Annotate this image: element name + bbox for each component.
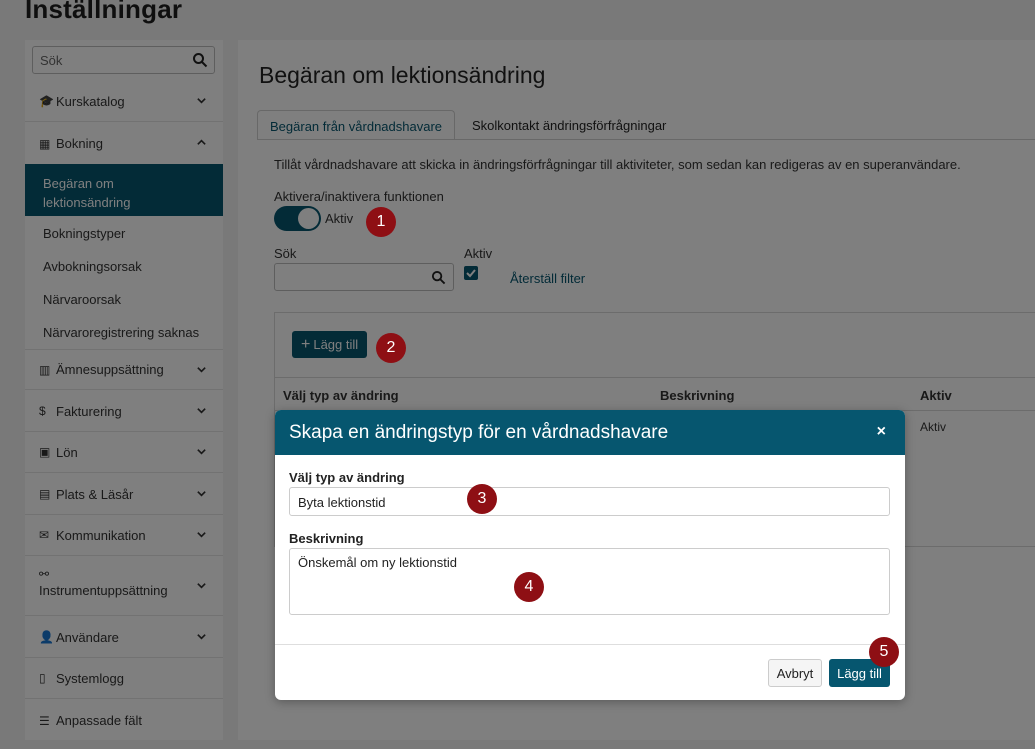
close-icon[interactable]: × bbox=[877, 423, 886, 441]
step-marker-2: 2 bbox=[376, 333, 406, 363]
description-textarea[interactable]: Önskemål om ny lektionstid bbox=[289, 548, 890, 615]
step-marker-1: 1 bbox=[366, 207, 396, 237]
step-marker-4: 4 bbox=[514, 572, 544, 602]
modal-header: Skapa en ändringstyp för en vårdnadshava… bbox=[275, 410, 905, 455]
create-change-type-modal: Skapa en ändringstyp för en vårdnadshava… bbox=[275, 410, 905, 700]
step-marker-5: 5 bbox=[869, 637, 899, 667]
type-input[interactable]: Byta lektionstid bbox=[289, 487, 890, 516]
type-label: Välj typ av ändring bbox=[289, 470, 405, 485]
modal-title: Skapa en ändringstyp för en vårdnadshava… bbox=[289, 422, 669, 443]
cancel-button[interactable]: Avbryt bbox=[768, 659, 822, 687]
step-marker-3: 3 bbox=[467, 484, 497, 514]
modal-footer-divider bbox=[275, 644, 905, 645]
description-label: Beskrivning bbox=[289, 531, 364, 546]
